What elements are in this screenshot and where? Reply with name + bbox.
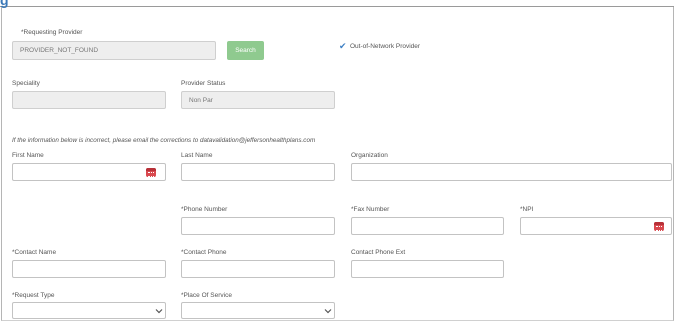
npi-label: *NPI <box>520 206 534 213</box>
last-name-label: Last Name <box>181 152 213 159</box>
provider-status-field[interactable]: Non Par <box>181 91 335 109</box>
contact-phone-ext-label: Contact Phone Ext <box>351 249 406 256</box>
out-of-network-check-icon[interactable]: ✔ <box>339 41 347 51</box>
calendar-icon[interactable] <box>146 168 156 177</box>
last-name-field[interactable] <box>181 163 335 181</box>
phone-number-field[interactable] <box>181 217 335 235</box>
out-of-network-label[interactable]: Out-of-Network Provider <box>350 43 420 51</box>
partial-heading-glyph: g <box>0 0 9 8</box>
fax-number-label: *Fax Number <box>351 206 390 213</box>
first-name-label: First Name <box>12 152 44 159</box>
organization-field[interactable] <box>351 163 672 181</box>
contact-name-label: *Contact Name <box>12 249 57 256</box>
requesting-provider-label: *Requesting Provider <box>21 29 83 36</box>
fax-number-field[interactable] <box>351 217 504 235</box>
requesting-provider-field[interactable]: PROVIDER_NOT_FOUND <box>12 41 216 60</box>
search-button[interactable]: Search <box>227 41 264 60</box>
provider-status-value: Non Par <box>189 96 213 104</box>
contact-phone-field[interactable] <box>181 260 335 278</box>
request-type-label: *Request Type <box>12 292 55 299</box>
organization-label: Organization <box>351 152 388 159</box>
requesting-provider-value: PROVIDER_NOT_FOUND <box>20 47 99 54</box>
speciality-field[interactable] <box>12 91 166 109</box>
top-border <box>0 0 674 7</box>
place-of-service-select[interactable] <box>181 302 335 319</box>
chevron-down-icon[interactable] <box>155 308 163 314</box>
provider-form-panel: g *Requesting Provider PROVIDER_NOT_FOUN… <box>0 0 674 321</box>
npi-field[interactable] <box>520 217 672 235</box>
first-name-field[interactable] <box>12 163 166 181</box>
calendar-icon[interactable] <box>654 222 664 231</box>
place-of-service-label: *Place Of Service <box>181 292 232 299</box>
provider-status-label: Provider Status <box>181 80 226 87</box>
contact-phone-label: *Contact Phone <box>181 249 227 256</box>
contact-phone-ext-field[interactable] <box>351 260 504 278</box>
contact-name-field[interactable] <box>12 260 166 278</box>
info-note: If the information below is incorrect, p… <box>12 137 316 144</box>
phone-number-label: *Phone Number <box>181 206 228 213</box>
request-type-select[interactable] <box>12 302 166 319</box>
chevron-down-icon[interactable] <box>324 308 332 314</box>
speciality-label: Speciality <box>12 80 40 87</box>
